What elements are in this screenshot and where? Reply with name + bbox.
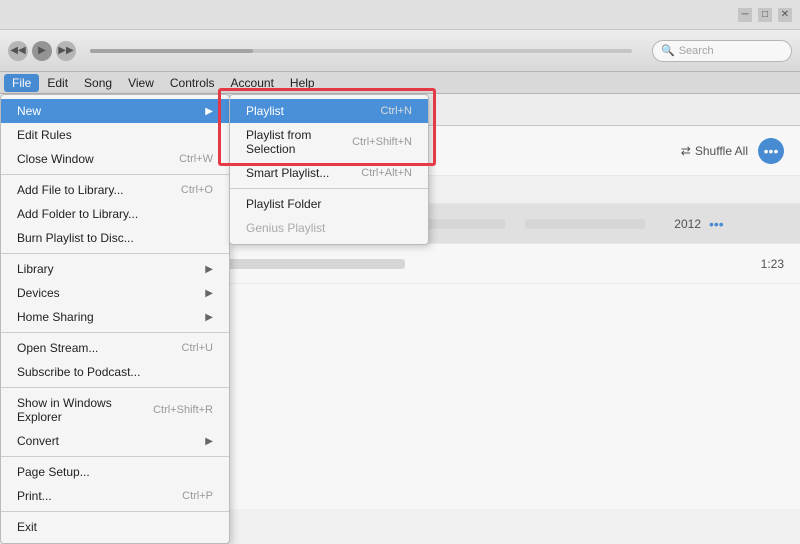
menu-item-exit-label: Exit: [17, 520, 37, 534]
menu-item-new[interactable]: New ▶: [1, 99, 229, 123]
separator: [1, 387, 229, 388]
song-more-button[interactable]: •••: [709, 216, 724, 232]
submenu-arrow-devices-icon: ▶: [205, 288, 213, 299]
menu-item-home-sharing[interactable]: Home Sharing ▶: [1, 305, 229, 329]
menu-bar: File Edit Song View Controls Account Hel…: [0, 72, 800, 94]
play-button[interactable]: ▶: [32, 41, 52, 61]
submenu-item-playlist-selection[interactable]: Playlist from Selection Ctrl+Shift+N: [230, 123, 428, 161]
menu-file[interactable]: File: [4, 74, 39, 92]
menu-item-open-stream-label: Open Stream...: [17, 341, 98, 355]
submenu-item-playlist[interactable]: Playlist Ctrl+N: [230, 99, 428, 123]
transport-controls: ◀◀ ▶ ▶▶: [8, 41, 76, 61]
menu-item-subscribe-podcast[interactable]: Subscribe to Podcast...: [1, 360, 229, 384]
menu-item-convert[interactable]: Convert ▶: [1, 429, 229, 453]
menu-item-exit[interactable]: Exit: [1, 515, 229, 539]
menu-item-show-explorer-label: Show in Windows Explorer: [17, 396, 153, 424]
menu-item-devices[interactable]: Devices ▶: [1, 281, 229, 305]
menu-item-devices-label: Devices: [17, 286, 60, 300]
menu-item-burn-playlist[interactable]: Burn Playlist to Disc...: [1, 226, 229, 250]
menu-item-page-setup[interactable]: Page Setup...: [1, 460, 229, 484]
shortcut-playlist-selection: Ctrl+Shift+N: [352, 136, 412, 148]
minimize-button[interactable]: ─: [738, 8, 752, 22]
menu-item-add-file-label: Add File to Library...: [17, 183, 124, 197]
separator: [1, 174, 229, 175]
menu-item-edit-rules[interactable]: Edit Rules: [1, 123, 229, 147]
song-title: [205, 259, 405, 269]
separator: [1, 332, 229, 333]
menu-item-add-file[interactable]: Add File to Library... Ctrl+O: [1, 178, 229, 202]
shortcut-close-window: Ctrl+W: [179, 153, 213, 165]
menu-controls[interactable]: Controls: [162, 74, 223, 92]
menu-item-library-label: Library: [17, 262, 54, 276]
submenu-item-smart-playlist-label: Smart Playlist...: [246, 166, 329, 180]
submenu-item-genius-playlist-label: Genius Playlist: [246, 221, 325, 235]
submenu-item-playlist-folder[interactable]: Playlist Folder: [230, 192, 428, 216]
menu-item-subscribe-podcast-label: Subscribe to Podcast...: [17, 365, 140, 379]
shuffle-button[interactable]: ⇄ Shuffle All: [681, 144, 748, 158]
separator: [1, 456, 229, 457]
submenu-arrow-home-sharing-icon: ▶: [205, 312, 213, 323]
menu-item-burn-playlist-label: Burn Playlist to Disc...: [17, 231, 134, 245]
menu-item-close-window-label: Close Window: [17, 152, 94, 166]
progress-bar[interactable]: [90, 49, 632, 53]
submenu-arrow-convert-icon: ▶: [205, 436, 213, 447]
shuffle-label: Shuffle All: [695, 144, 748, 158]
menu-edit[interactable]: Edit: [39, 74, 76, 92]
submenu-item-playlist-folder-label: Playlist Folder: [246, 197, 321, 211]
file-menu-dropdown: New ▶ Edit Rules Close Window Ctrl+W Add…: [0, 94, 230, 544]
search-icon: 🔍: [661, 44, 675, 57]
separator: [1, 253, 229, 254]
back-button[interactable]: ◀◀: [8, 41, 28, 61]
shortcut-print: Ctrl+P: [182, 490, 213, 502]
menu-help[interactable]: Help: [282, 74, 323, 92]
song-year: 2012: [661, 217, 701, 231]
forward-button[interactable]: ▶▶: [56, 41, 76, 61]
menu-item-print[interactable]: Print... Ctrl+P: [1, 484, 229, 508]
menu-item-open-stream[interactable]: Open Stream... Ctrl+U: [1, 336, 229, 360]
submenu-item-genius-playlist[interactable]: Genius Playlist: [230, 216, 428, 240]
submenu-item-smart-playlist[interactable]: Smart Playlist... Ctrl+Alt+N: [230, 161, 428, 185]
shortcut-smart-playlist: Ctrl+Alt+N: [361, 167, 412, 179]
song-duration: 1:23: [744, 257, 784, 271]
menu-item-print-label: Print...: [17, 489, 52, 503]
submenu-item-playlist-selection-label: Playlist from Selection: [246, 128, 352, 156]
submenu-arrow-library-icon: ▶: [205, 264, 213, 275]
shuffle-icon: ⇄: [681, 144, 691, 158]
menu-item-convert-label: Convert: [17, 434, 59, 448]
separator: [230, 188, 428, 189]
close-button[interactable]: ✕: [778, 8, 792, 22]
menu-account[interactable]: Account: [223, 74, 282, 92]
menu-song[interactable]: Song: [76, 74, 120, 92]
toolbar: ◀◀ ▶ ▶▶ 🔍 Search: [0, 30, 800, 72]
menu-item-show-explorer[interactable]: Show in Windows Explorer Ctrl+Shift+R: [1, 391, 229, 429]
menu-item-library[interactable]: Library ▶: [1, 257, 229, 281]
menu-item-home-sharing-label: Home Sharing: [17, 310, 94, 324]
search-box[interactable]: 🔍 Search: [652, 40, 792, 62]
shortcut-add-file: Ctrl+O: [181, 184, 213, 196]
separator: [1, 511, 229, 512]
new-submenu: Playlist Ctrl+N Playlist from Selection …: [229, 94, 429, 245]
menu-item-close-window[interactable]: Close Window Ctrl+W: [1, 147, 229, 171]
progress-fill: [90, 49, 253, 53]
song-meta: [525, 219, 645, 229]
submenu-arrow-icon: ▶: [205, 106, 213, 117]
song-row[interactable]: 1:23: [155, 244, 800, 284]
title-bar: ─ □ ✕: [0, 0, 800, 30]
more-options-button[interactable]: •••: [758, 138, 784, 164]
shortcut-open-stream: Ctrl+U: [182, 342, 213, 354]
menu-item-page-setup-label: Page Setup...: [17, 465, 90, 479]
menu-item-edit-rules-label: Edit Rules: [17, 128, 72, 142]
submenu-item-playlist-label: Playlist: [246, 104, 284, 118]
maximize-button[interactable]: □: [758, 8, 772, 22]
shortcut-playlist: Ctrl+N: [381, 105, 412, 117]
shortcut-show-explorer: Ctrl+Shift+R: [153, 404, 213, 416]
menu-item-new-label: New: [17, 104, 41, 118]
menu-item-add-folder-label: Add Folder to Library...: [17, 207, 138, 221]
menu-item-add-folder[interactable]: Add Folder to Library...: [1, 202, 229, 226]
menu-view[interactable]: View: [120, 74, 162, 92]
search-placeholder: Search: [679, 45, 714, 57]
